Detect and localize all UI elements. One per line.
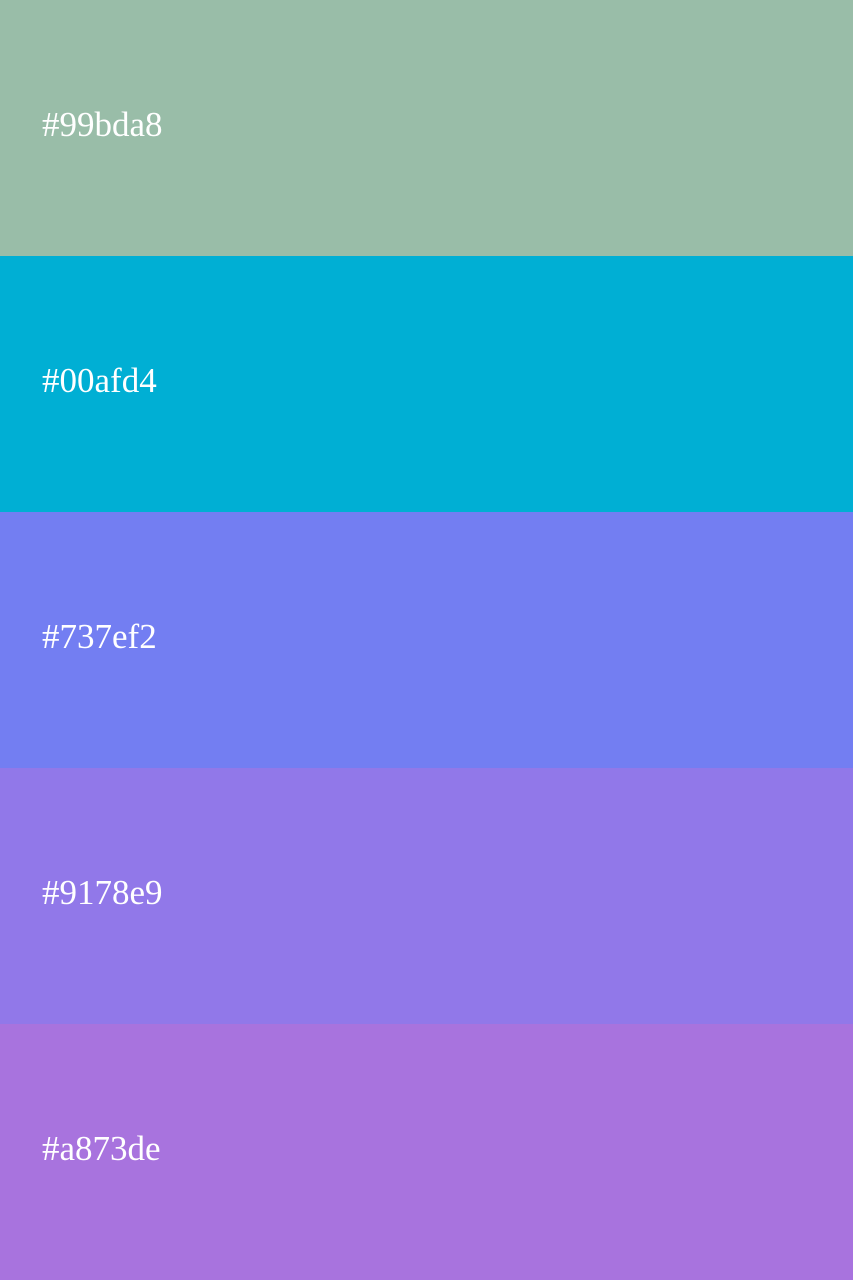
color-swatch-3: #737ef2 [0,512,853,768]
color-swatch-4: #9178e9 [0,768,853,1024]
color-swatch-2: #00afd4 [0,256,853,512]
swatch-hex-label: #9178e9 [42,873,163,912]
color-palette: #99bda8 #00afd4 #737ef2 #9178e9 #a873de [0,0,853,1280]
swatch-hex-label: #737ef2 [42,617,157,656]
swatch-hex-label: #99bda8 [42,105,163,144]
color-swatch-5: #a873de [0,1024,853,1280]
color-swatch-1: #99bda8 [0,0,853,256]
swatch-hex-label: #a873de [42,1129,161,1168]
swatch-hex-label: #00afd4 [42,361,157,400]
